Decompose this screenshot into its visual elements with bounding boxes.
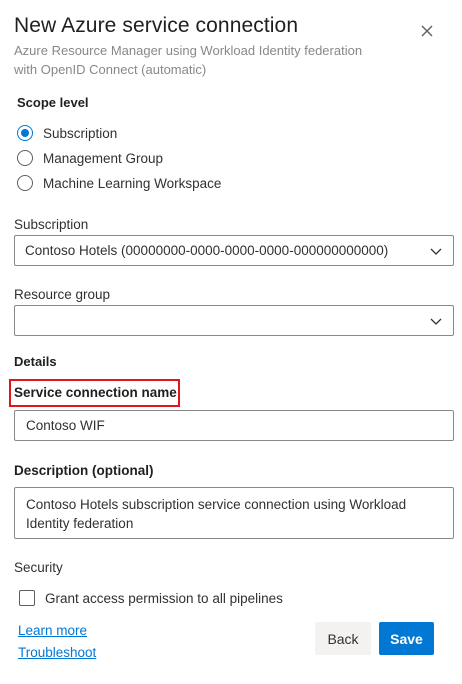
chevron-down-icon <box>430 318 442 325</box>
resource-group-dropdown[interactable] <box>14 305 454 336</box>
subtitle-line-1: Azure Resource Manager using Workload Id… <box>14 43 363 58</box>
description-value: Contoso Hotels subscription service conn… <box>26 495 446 533</box>
subscription-value: Contoso Hotels (00000000-0000-0000-0000-… <box>25 243 389 258</box>
service-connection-name-value: Contoso WIF <box>26 418 105 433</box>
radio-label-management-group: Management Group <box>43 150 164 166</box>
back-button[interactable]: Back <box>315 622 371 655</box>
service-connection-name-input[interactable]: Contoso WIF <box>14 410 454 441</box>
new-service-connection-panel: New Azure service connection Azure Resou… <box>0 0 462 684</box>
radio-label-subscription: Subscription <box>43 125 118 141</box>
grant-access-checkbox[interactable] <box>19 590 35 606</box>
radio-button-checked[interactable] <box>17 125 33 141</box>
learn-more-link[interactable]: Learn more <box>18 623 87 638</box>
close-icon <box>421 25 433 37</box>
panel-subtitle: Azure Resource Manager using Workload Id… <box>14 41 394 79</box>
radio-button[interactable] <box>17 150 33 166</box>
description-textarea[interactable]: Contoso Hotels subscription service conn… <box>14 487 454 539</box>
description-line-1: Contoso Hotels subscription service conn… <box>26 497 407 512</box>
radio-button[interactable] <box>17 175 33 191</box>
description-line-2: Identity federation <box>26 516 134 531</box>
radio-subscription[interactable]: Subscription <box>17 123 117 143</box>
subtitle-line-2: with OpenID Connect (automatic) <box>14 62 207 77</box>
description-label: Description (optional) <box>14 463 154 478</box>
troubleshoot-link[interactable]: Troubleshoot <box>18 645 96 660</box>
service-connection-name-label: Service connection name <box>14 385 177 400</box>
chevron-down-icon <box>430 248 442 255</box>
close-button[interactable] <box>416 20 438 42</box>
save-button[interactable]: Save <box>379 622 434 655</box>
security-label: Security <box>14 560 63 575</box>
radio-management-group[interactable]: Management Group <box>17 148 163 168</box>
resource-group-label: Resource group <box>14 287 111 302</box>
subscription-dropdown[interactable]: Contoso Hotels (00000000-0000-0000-0000-… <box>14 235 454 266</box>
grant-access-checkbox-row[interactable]: Grant access permission to all pipelines <box>19 588 283 608</box>
details-label: Details <box>14 354 57 369</box>
radio-label-ml-workspace: Machine Learning Workspace <box>43 175 222 191</box>
scope-level-label: Scope level <box>17 95 89 110</box>
grant-access-label: Grant access permission to all pipelines <box>45 590 283 606</box>
radio-ml-workspace[interactable]: Machine Learning Workspace <box>17 173 221 193</box>
panel-title: New Azure service connection <box>14 14 299 37</box>
subscription-label: Subscription <box>14 217 89 232</box>
